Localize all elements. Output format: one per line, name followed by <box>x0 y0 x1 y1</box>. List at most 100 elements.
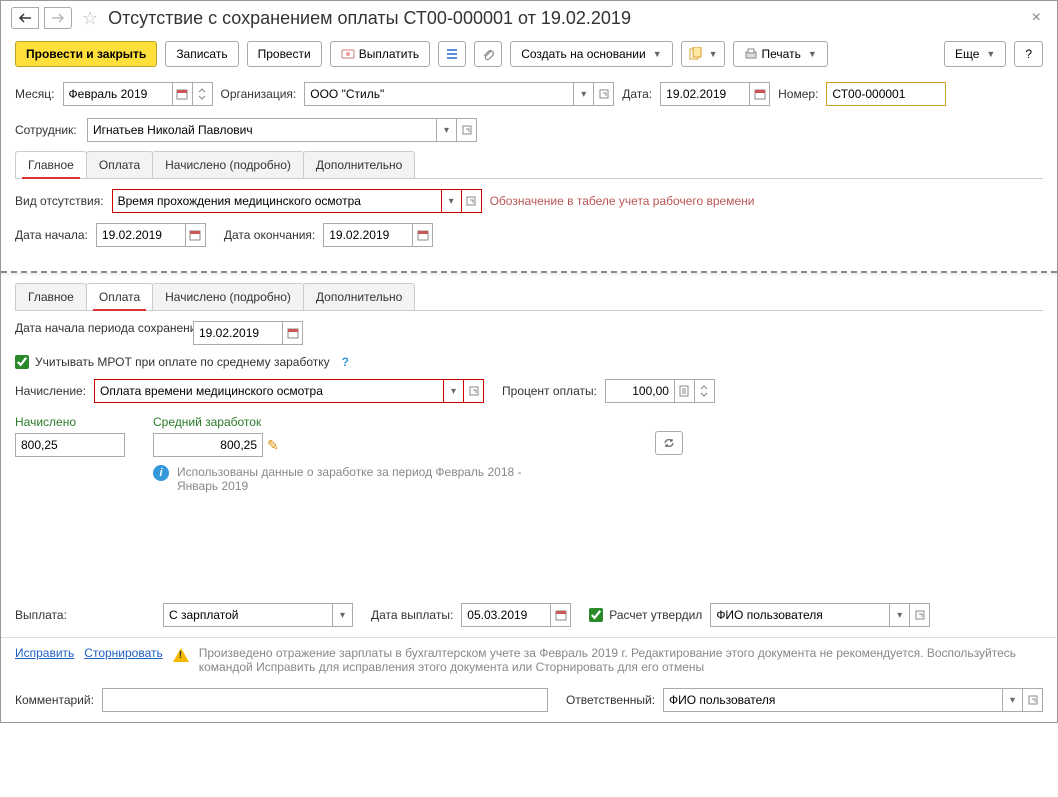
pay-button[interactable]: Выплатить <box>330 41 431 67</box>
dropdown-button[interactable]: ▾ <box>1003 688 1023 712</box>
tab-additional[interactable]: Дополнительно <box>303 151 415 178</box>
calendar-icon[interactable] <box>551 603 571 627</box>
dropdown-button[interactable]: ▾ <box>437 118 457 142</box>
open-button[interactable] <box>1023 688 1043 712</box>
comment-input[interactable] <box>102 688 548 712</box>
tabs-main-section: Главное Оплата Начислено (подробно) Допо… <box>15 151 1043 179</box>
chevron-down-icon: ▼ <box>653 49 662 59</box>
edit-pencil-icon[interactable]: ✎ <box>267 437 279 454</box>
comment-label: Комментарий: <box>15 693 94 707</box>
dropdown-button[interactable]: ▾ <box>574 82 594 106</box>
calendar-icon[interactable] <box>750 82 770 106</box>
tab-payment[interactable]: Оплата <box>86 151 153 178</box>
help-button[interactable]: ? <box>1014 41 1043 67</box>
tab-accrued-detail[interactable]: Начислено (подробно) <box>152 151 304 178</box>
correct-link[interactable]: Исправить <box>15 646 74 660</box>
absence-type-input[interactable] <box>112 189 442 213</box>
list-icon <box>445 47 459 61</box>
nav-back-button[interactable] <box>11 7 39 29</box>
start-date-input[interactable] <box>96 223 186 247</box>
payout-input[interactable] <box>163 603 333 627</box>
chevron-down-icon: ▼ <box>986 49 995 59</box>
payout-date-label: Дата выплаты: <box>371 608 453 622</box>
print-button[interactable]: Печать▼ <box>733 41 828 67</box>
open-button[interactable] <box>457 118 477 142</box>
post-button[interactable]: Провести <box>247 41 322 67</box>
open-button[interactable] <box>464 379 484 403</box>
tab-accrued-detail-2[interactable]: Начислено (подробно) <box>152 283 304 310</box>
info-icon: i <box>153 465 169 481</box>
external-icon <box>1028 695 1038 705</box>
copy-button[interactable]: ▼ <box>681 41 725 67</box>
responsible-input[interactable] <box>663 688 1003 712</box>
end-date-input[interactable] <box>323 223 413 247</box>
post-and-close-button[interactable]: Провести и закрыть <box>15 41 157 67</box>
save-button[interactable]: Записать <box>165 41 238 67</box>
timesheet-note-link[interactable]: Обозначение в табеле учета рабочего врем… <box>490 194 755 208</box>
create-on-basis-button[interactable]: Создать на основании▼ <box>510 41 672 67</box>
mrot-checkbox[interactable]: Учитывать МРОТ при оплате по среднему за… <box>15 355 330 369</box>
org-label: Организация: <box>221 87 297 101</box>
start-date-label: Дата начала: <box>15 228 88 242</box>
dropdown-button[interactable]: ▾ <box>333 603 353 627</box>
nav-forward-button[interactable] <box>44 7 72 29</box>
percent-input[interactable] <box>605 379 675 403</box>
accrued-input[interactable] <box>15 433 125 457</box>
number-input[interactable] <box>826 82 946 106</box>
help-icon[interactable]: ? <box>342 355 349 369</box>
period-start-input[interactable] <box>193 321 283 345</box>
percent-label: Процент оплаты: <box>502 384 597 398</box>
favorite-star-icon[interactable]: ☆ <box>82 8 98 29</box>
tab-main-2[interactable]: Главное <box>15 283 87 310</box>
month-label: Месяц: <box>15 87 55 101</box>
open-button[interactable] <box>594 82 614 106</box>
employee-input[interactable] <box>87 118 437 142</box>
calendar-icon[interactable] <box>413 223 433 247</box>
warning-icon <box>173 648 189 662</box>
tab-payment-2[interactable]: Оплата <box>86 283 153 310</box>
dropdown-button[interactable]: ▾ <box>444 379 464 403</box>
printer-icon <box>744 47 758 61</box>
warning-text: Произведено отражение зарплаты в бухгалт… <box>199 646 1043 674</box>
mrot-checkbox-input[interactable] <box>15 355 29 369</box>
spinner-icon[interactable] <box>193 82 213 106</box>
spinner-icon[interactable] <box>695 379 715 403</box>
open-button[interactable] <box>462 189 482 213</box>
calculator-icon[interactable] <box>675 379 695 403</box>
open-button[interactable] <box>910 603 930 627</box>
approved-checkbox-input[interactable] <box>589 608 603 622</box>
toolbar: Провести и закрыть Записать Провести Вып… <box>1 35 1057 79</box>
responsible-label: Ответственный: <box>566 693 655 707</box>
approved-by-input[interactable] <box>710 603 890 627</box>
refresh-button[interactable] <box>655 431 683 455</box>
refresh-icon <box>662 436 676 450</box>
period-start-label: Дата начала периода сохранения заработка… <box>15 321 185 335</box>
payout-date-input[interactable] <box>461 603 551 627</box>
date-input[interactable] <box>660 82 750 106</box>
org-input[interactable] <box>304 82 574 106</box>
approved-checkbox[interactable]: Расчет утвердил <box>589 608 702 622</box>
number-label: Номер: <box>778 87 818 101</box>
close-button[interactable]: × <box>1026 9 1047 27</box>
dropdown-button[interactable]: ▾ <box>890 603 910 627</box>
calendar-icon[interactable] <box>173 82 193 106</box>
info-text: Использованы данные о заработке за перио… <box>177 465 557 493</box>
dropdown-button[interactable]: ▾ <box>442 189 462 213</box>
tab-additional-2[interactable]: Дополнительно <box>303 283 415 310</box>
avg-earn-input[interactable] <box>153 433 263 457</box>
list-button[interactable] <box>438 41 466 67</box>
calendar-icon[interactable] <box>186 223 206 247</box>
end-date-label: Дата окончания: <box>224 228 315 242</box>
external-icon <box>599 89 609 99</box>
calendar-icon[interactable] <box>283 321 303 345</box>
month-input[interactable] <box>63 82 173 106</box>
external-icon <box>469 386 479 396</box>
attach-button[interactable] <box>474 41 502 67</box>
employee-label: Сотрудник: <box>15 123 79 137</box>
storno-link[interactable]: Сторнировать <box>84 646 162 660</box>
torn-separator <box>1 271 1057 277</box>
more-button[interactable]: Еще▼ <box>944 41 1006 67</box>
tab-main[interactable]: Главное <box>15 151 87 178</box>
accrual-input[interactable] <box>94 379 444 403</box>
chevron-down-icon: ▼ <box>808 49 817 59</box>
